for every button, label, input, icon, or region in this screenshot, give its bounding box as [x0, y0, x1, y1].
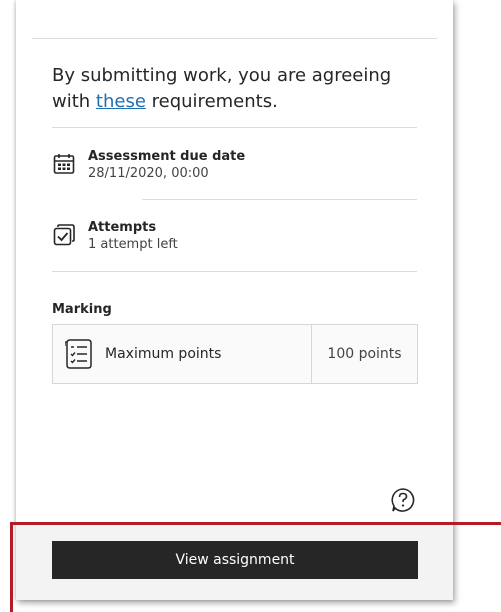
maximum-points-value: 100 points — [327, 346, 402, 362]
calendar-icon — [53, 154, 75, 174]
due-date-value: 28/11/2020, 00:00 — [88, 166, 209, 181]
divider — [52, 271, 417, 272]
due-date-title: Assessment due date — [88, 149, 246, 164]
assignment-details-panel: By submitting work, you are agreeing wit… — [16, 0, 453, 600]
top-divider — [32, 38, 437, 39]
marking-row: Maximum points 100 points — [52, 324, 418, 384]
divider — [52, 127, 417, 128]
agreement-text-end: requirements. — [145, 91, 278, 112]
help-icon[interactable] — [390, 487, 416, 513]
marking-heading: Marking — [52, 302, 112, 317]
due-date-row: Assessment due date 28/11/2020, 00:00 — [52, 148, 245, 182]
rubric-list-icon — [65, 339, 92, 369]
divider — [142, 199, 417, 200]
maximum-points-label: Maximum points — [105, 346, 222, 362]
checkbox-icon — [53, 224, 75, 246]
attempts-value: 1 attempt left — [88, 237, 178, 252]
view-assignment-button[interactable]: View assignment — [52, 541, 418, 579]
requirements-link[interactable]: these — [96, 91, 146, 112]
attempts-row: Attempts 1 attempt left — [52, 219, 178, 253]
attempts-title: Attempts — [88, 220, 157, 235]
submission-agreement-text: By submitting work, you are agreeing wit… — [52, 63, 412, 115]
